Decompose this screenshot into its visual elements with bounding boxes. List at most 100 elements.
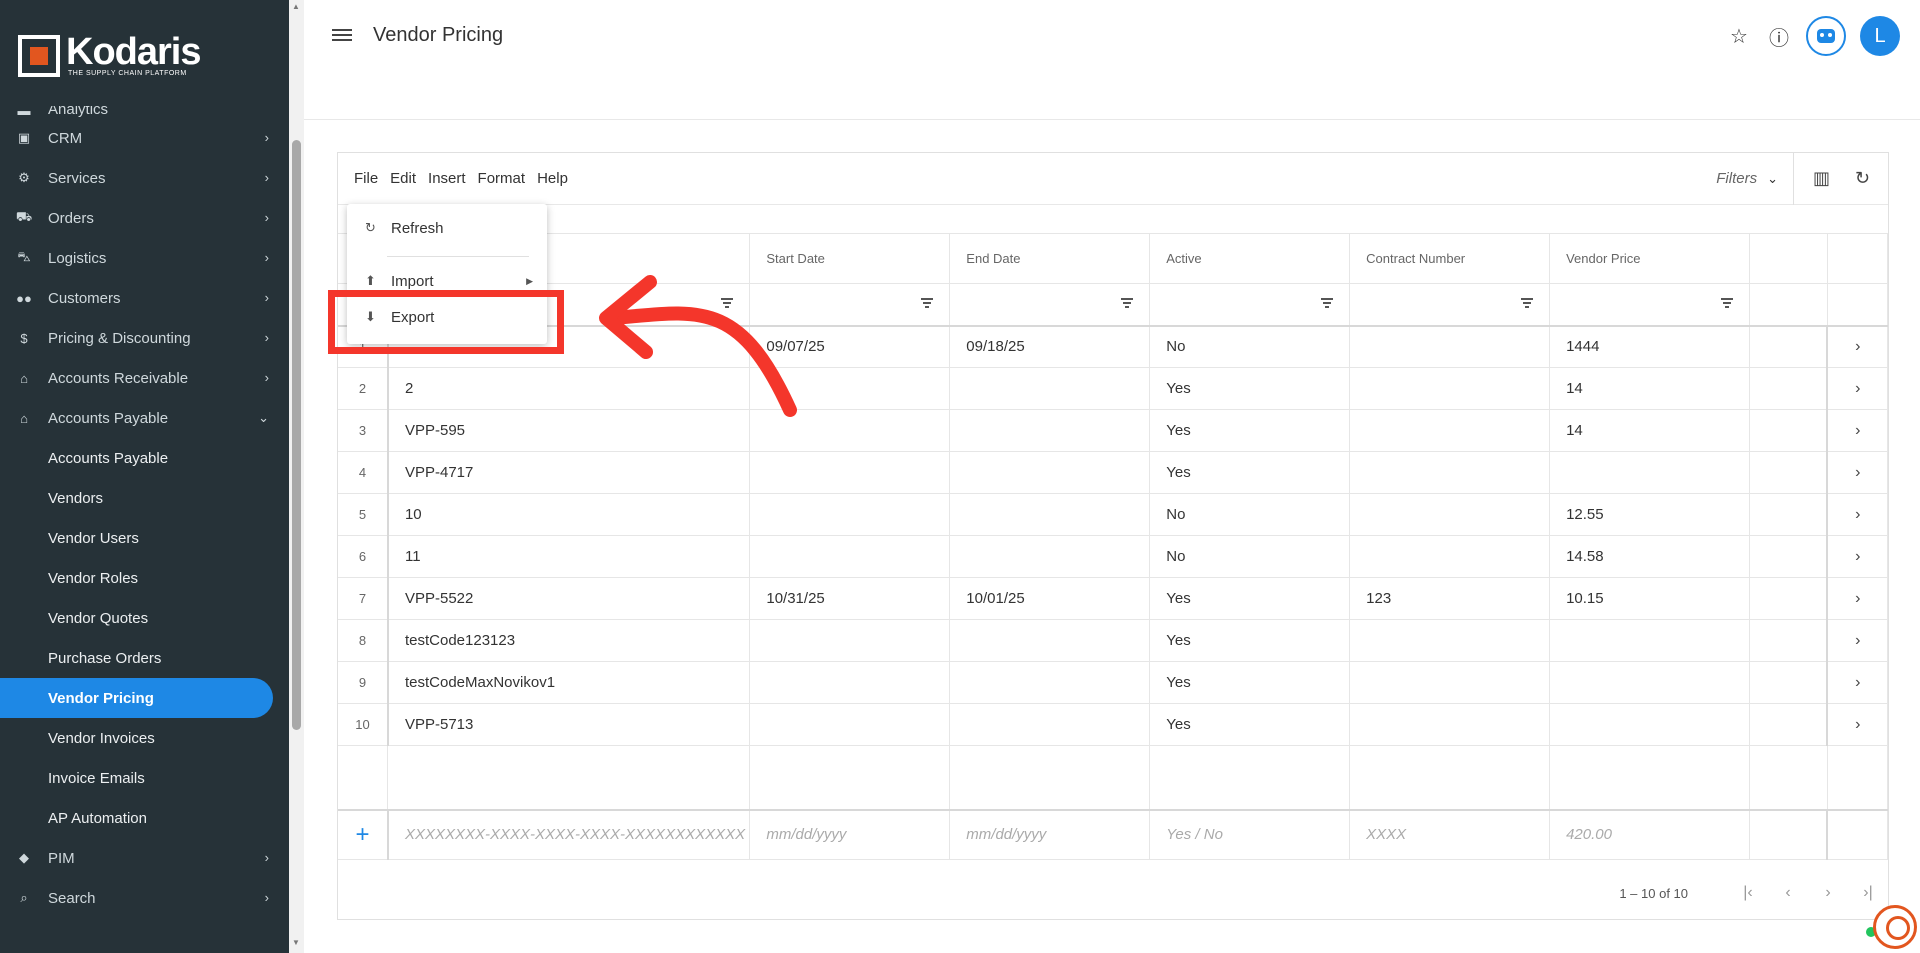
cell-vendor-price[interactable]: 14.58 (1549, 535, 1750, 578)
row-open-icon[interactable]: › (1826, 367, 1889, 410)
cell-end-date[interactable] (949, 493, 1151, 536)
cell-contract-number[interactable] (1349, 619, 1551, 662)
row-open-icon[interactable]: › (1826, 325, 1889, 368)
cell-code[interactable]: 10 (387, 493, 751, 536)
star-icon[interactable]: ☆ (1726, 23, 1752, 49)
cell-code[interactable]: testCode123123 (387, 619, 751, 662)
menu-item-refresh[interactable]: ↻ Refresh (347, 210, 547, 246)
cell-start-date[interactable] (749, 493, 951, 536)
table-row[interactable]: 7 VPP-5522 10/31/25 10/01/25 Yes 123 10.15 › (338, 577, 1889, 620)
cell-end-date[interactable] (949, 619, 1151, 662)
menu-insert[interactable]: Insert (428, 170, 466, 187)
cell-vendor-price[interactable]: 1444 (1549, 325, 1750, 368)
new-price-input[interactable]: 420.00 (1549, 809, 1750, 860)
filter-cell-end-date[interactable] (949, 283, 1151, 327)
row-open-icon[interactable]: › (1826, 619, 1889, 662)
menu-edit[interactable]: Edit (390, 170, 416, 187)
sidebar-subitem-invoice-emails[interactable]: Invoice Emails (0, 758, 289, 798)
cell-active[interactable]: No (1149, 535, 1351, 578)
chat-support-icon[interactable] (1873, 905, 1917, 949)
cell-vendor-price[interactable]: 12.55 (1549, 493, 1750, 536)
cell-active[interactable]: Yes (1149, 451, 1351, 494)
cell-end-date[interactable] (949, 661, 1151, 704)
new-active-input[interactable]: Yes / No (1149, 809, 1351, 860)
assistant-bot-icon[interactable] (1806, 16, 1846, 56)
cell-contract-number[interactable]: 123 (1349, 577, 1551, 620)
cell-end-date[interactable] (949, 409, 1151, 452)
table-row[interactable]: 9 testCodeMaxNovikov1 Yes › (338, 661, 1889, 704)
cell-start-date[interactable] (749, 661, 951, 704)
cell-code[interactable]: VPP-5522 (387, 577, 751, 620)
row-open-icon[interactable]: › (1826, 451, 1889, 494)
table-row[interactable]: 8 testCode123123 Yes › (338, 619, 1889, 662)
cell-start-date[interactable] (749, 703, 951, 746)
sidebar-subitem-vendor-quotes[interactable]: Vendor Quotes (0, 598, 289, 638)
col-header-vendor-price[interactable]: Vendor Price (1549, 233, 1750, 284)
cell-vendor-price[interactable]: 10.15 (1549, 577, 1750, 620)
cell-start-date[interactable] (749, 451, 951, 494)
new-code-input[interactable]: XXXXXXXX-XXXX-XXXX-XXXX-XXXXXXXXXXXX (387, 809, 751, 860)
filter-cell-start-date[interactable] (749, 283, 951, 327)
new-contract-input[interactable]: XXXX (1349, 809, 1551, 860)
row-open-icon[interactable]: › (1826, 535, 1889, 578)
cell-contract-number[interactable] (1349, 325, 1551, 368)
filter-icon[interactable] (921, 298, 934, 308)
help-icon[interactable]: ⓘ (1766, 23, 1792, 50)
cell-contract-number[interactable] (1349, 409, 1551, 452)
filters-dropdown[interactable]: Filters ⌄ (1716, 170, 1778, 187)
col-header-start-date[interactable]: Start Date (749, 233, 951, 284)
sidebar-item-services[interactable]: ⚙ Services › (0, 158, 289, 198)
next-page-icon[interactable]: › (1808, 884, 1848, 902)
sidebar-item-accounts-receivable[interactable]: ⌂ Accounts Receivable › (0, 358, 289, 398)
table-row[interactable]: 4 VPP-4717 Yes › (338, 451, 1889, 494)
menu-file[interactable]: File (354, 170, 378, 187)
cell-vendor-price[interactable]: 14 (1549, 409, 1750, 452)
row-open-icon[interactable]: › (1826, 577, 1889, 620)
filter-icon[interactable] (1721, 298, 1733, 308)
cell-start-date[interactable] (749, 535, 951, 578)
col-header-contract-number[interactable]: Contract Number (1349, 233, 1551, 284)
filter-cell-vendor-price[interactable] (1549, 283, 1750, 327)
sidebar-subitem-purchase-orders[interactable]: Purchase Orders (0, 638, 289, 678)
cell-code[interactable]: VPP-595 (387, 409, 751, 452)
cell-code[interactable]: VPP-5713 (387, 703, 751, 746)
cell-code[interactable]: 11 (387, 535, 751, 578)
sidebar-item-pim[interactable]: ◆ PIM › (0, 838, 289, 878)
last-page-icon[interactable]: ›| (1848, 884, 1888, 902)
add-row-button[interactable]: + (338, 809, 389, 860)
cell-start-date[interactable] (749, 619, 951, 662)
cell-contract-number[interactable] (1349, 703, 1551, 746)
col-header-end-date[interactable]: End Date (949, 233, 1151, 284)
sidebar-subitem-vendors[interactable]: Vendors (0, 478, 289, 518)
cell-active[interactable]: Yes (1149, 367, 1351, 410)
cell-end-date[interactable]: 09/18/25 (949, 325, 1151, 368)
cell-end-date[interactable] (949, 367, 1151, 410)
cell-code[interactable]: VPP-4717 (387, 451, 751, 494)
row-open-icon[interactable]: › (1826, 493, 1889, 536)
cell-active[interactable]: Yes (1149, 409, 1351, 452)
cell-active[interactable]: Yes (1149, 577, 1351, 620)
filter-cell-contract-number[interactable] (1349, 283, 1551, 327)
new-end-date-input[interactable]: mm/dd/yyyy (949, 809, 1151, 860)
cell-end-date[interactable]: 10/01/25 (949, 577, 1151, 620)
col-header-active[interactable]: Active (1149, 233, 1351, 284)
sidebar-subitem-vendor-invoices[interactable]: Vendor Invoices (0, 718, 289, 758)
cell-vendor-price[interactable] (1549, 661, 1750, 704)
cell-vendor-price[interactable] (1549, 451, 1750, 494)
cell-start-date[interactable]: 10/31/25 (749, 577, 951, 620)
sidebar-item-orders[interactable]: ⛟ Orders › (0, 198, 289, 238)
sidebar-subitem-vendor-users[interactable]: Vendor Users (0, 518, 289, 558)
cell-start-date[interactable]: 09/07/25 (749, 325, 951, 368)
scrollbar-thumb[interactable] (292, 140, 301, 730)
sidebar-item-customers[interactable]: ●● Customers › (0, 278, 289, 318)
cell-code[interactable]: testCodeMaxNovikov1 (387, 661, 751, 704)
cell-active[interactable]: No (1149, 493, 1351, 536)
sidebar-item-crm[interactable]: ▣ CRM › (0, 118, 289, 158)
cell-end-date[interactable] (949, 451, 1151, 494)
sidebar-item-search[interactable]: ⌕ Search › (0, 878, 289, 918)
cell-start-date[interactable] (749, 367, 951, 410)
filter-icon[interactable] (1521, 298, 1534, 308)
sidebar-item-accounts-payable[interactable]: ⌂ Accounts Payable ⌄ (0, 398, 289, 438)
cell-end-date[interactable] (949, 703, 1151, 746)
sidebar-item-analytics[interactable]: ▬ Analytics (0, 106, 289, 118)
